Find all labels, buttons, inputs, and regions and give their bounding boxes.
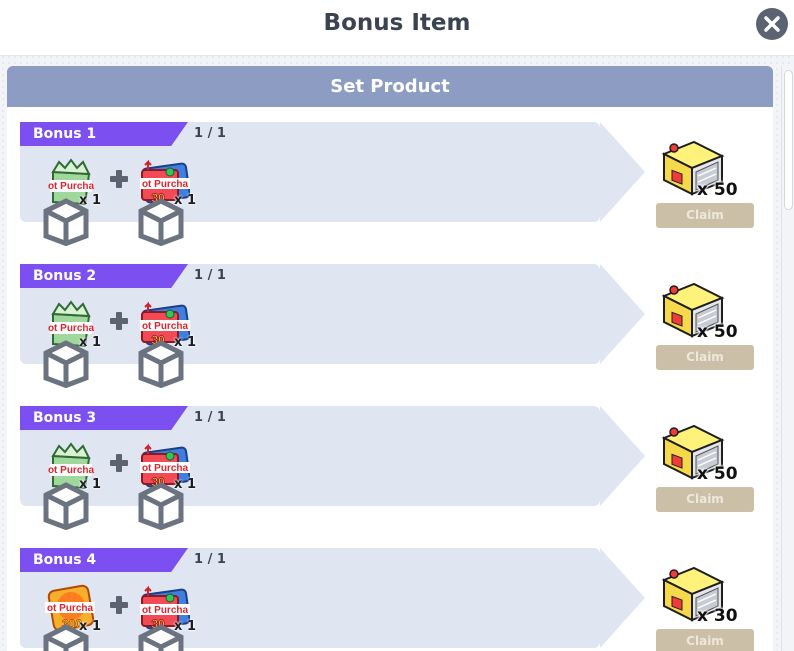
bonus-label: Bonus 1 (20, 122, 188, 146)
required-item[interactable]: ot Purcha 30 x 1 (138, 158, 196, 246)
scrollbar-thumb[interactable] (784, 70, 793, 210)
item-quantity: x 1 (79, 193, 101, 208)
required-item[interactable]: ot Purcha x 1 (43, 300, 101, 388)
bonus-label: Bonus 2 (20, 264, 188, 288)
bonus-row-arrow (600, 548, 645, 648)
item-quantity: x 1 (174, 477, 196, 492)
required-item[interactable]: ot Purcha 30 x 1 (138, 584, 196, 651)
package-icon (136, 196, 184, 246)
svg-text:ot Purcha: ot Purcha (47, 603, 94, 614)
package-icon (41, 196, 89, 246)
bonus-label: Bonus 4 (20, 548, 188, 572)
required-item[interactable]: ot Purcha x 1 (43, 158, 101, 246)
required-item[interactable]: ot Purcha 30 x 1 (138, 300, 196, 388)
dialog-header: Bonus Item (0, 0, 794, 56)
plus-icon (110, 454, 128, 472)
bonus-count: 1 / 1 (194, 126, 226, 141)
close-icon (764, 16, 780, 32)
package-icon (136, 338, 184, 388)
claim-button[interactable]: Claim (656, 203, 754, 228)
required-item[interactable]: ot Purcha 300 x 1 (43, 584, 101, 651)
package-icon (41, 622, 89, 651)
package-icon (136, 622, 184, 651)
item-quantity: x 1 (174, 335, 196, 350)
item-quantity: x 1 (174, 193, 196, 208)
item-quantity: x 1 (79, 335, 101, 350)
close-button[interactable] (756, 8, 788, 40)
bonus-count: 1 / 1 (194, 552, 226, 567)
bonus-count: 1 / 1 (194, 410, 226, 425)
required-item[interactable]: ot Purcha x 1 (43, 442, 101, 530)
claim-button[interactable]: Claim (656, 345, 754, 370)
package-icon (41, 480, 89, 530)
bonus-row: Bonus 4 1 / 1 ot Purcha 300 x 1 ot Purch… (20, 548, 770, 651)
reward-quantity: x 30 (697, 606, 738, 626)
reward-item[interactable]: x 50 (660, 136, 738, 200)
required-item[interactable]: ot Purcha 30 x 1 (138, 442, 196, 530)
bonus-row-arrow (600, 122, 645, 222)
bonus-row-arrow (600, 406, 645, 506)
reward-quantity: x 50 (697, 180, 738, 200)
bonus-row: Bonus 3 1 / 1 ot Purcha x 1 ot Purcha 30 (20, 406, 770, 530)
package-icon (41, 338, 89, 388)
item-quantity: x 1 (174, 619, 196, 634)
reward-item[interactable]: x 30 (660, 562, 738, 626)
bonus-label: Bonus 3 (20, 406, 188, 430)
svg-text:ot Purcha: ot Purcha (142, 179, 189, 190)
svg-text:ot Purcha: ot Purcha (48, 465, 95, 476)
claim-button[interactable]: Claim (656, 487, 754, 512)
dialog-title: Bonus Item (323, 10, 471, 36)
panel-heading: Set Product (7, 66, 773, 107)
svg-text:ot Purcha: ot Purcha (48, 323, 95, 334)
item-quantity: x 1 (79, 477, 101, 492)
item-quantity: x 1 (79, 619, 101, 634)
bonus-row: Bonus 1 1 / 1 ot Purcha x 1 ot Purcha 30 (20, 122, 770, 246)
svg-text:ot Purcha: ot Purcha (48, 181, 95, 192)
svg-text:ot Purcha: ot Purcha (142, 605, 189, 616)
svg-text:ot Purcha: ot Purcha (142, 321, 189, 332)
plus-icon (110, 170, 128, 188)
bonus-count: 1 / 1 (194, 268, 226, 283)
bonus-item-dialog: Bonus Item Set Product Bonus 1 1 / 1 ot … (0, 0, 794, 651)
reward-item[interactable]: x 50 (660, 420, 738, 484)
claim-button[interactable]: Claim (656, 629, 754, 651)
reward-item[interactable]: x 50 (660, 278, 738, 342)
bonus-row: Bonus 2 1 / 1 ot Purcha x 1 ot Purcha 30 (20, 264, 770, 388)
svg-text:ot Purcha: ot Purcha (142, 463, 189, 474)
bonus-row-arrow (600, 264, 645, 364)
package-icon (136, 480, 184, 530)
scrollbar[interactable] (781, 66, 794, 651)
plus-icon (110, 312, 128, 330)
reward-quantity: x 50 (697, 322, 738, 342)
reward-quantity: x 50 (697, 464, 738, 484)
plus-icon (110, 596, 128, 614)
